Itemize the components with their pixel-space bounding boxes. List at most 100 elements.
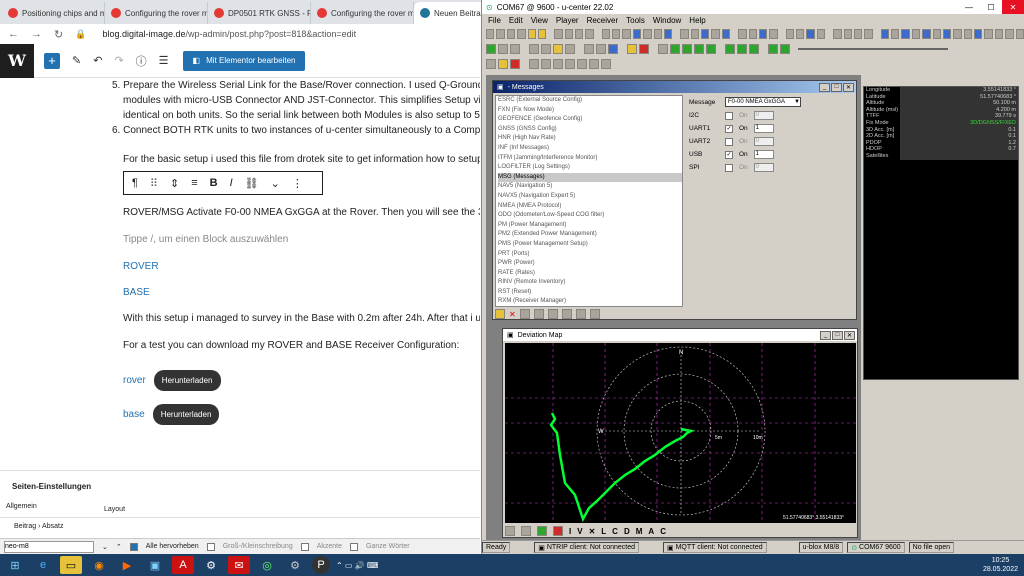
file-explorer-icon[interactable]: ▭ [60,556,82,574]
settings-title[interactable]: Seiten-Einstellungen [12,482,91,491]
forward-icon[interactable]: → [31,28,42,40]
toolbar-button-icon[interactable] [796,28,805,39]
message-list-item[interactable]: ODO (Odometer/Low-Speed COG filter) [498,211,682,221]
toolbar-button-icon[interactable] [627,43,637,54]
map-tool-button[interactable]: M [636,527,643,536]
toolbar-button-icon[interactable] [574,28,584,39]
toolbar-button-icon[interactable] [974,28,983,39]
message-list-item[interactable]: HNR (High Nav Rate) [498,134,682,144]
toolbar-button-icon[interactable] [643,28,652,39]
message-select[interactable]: F0-00 NMEA GxGGA ▼ [725,97,801,107]
menu-view[interactable]: View [531,16,548,25]
url-field[interactable]: blog.digital-image.de/wp-admin/post.php?… [102,29,356,39]
message-list-item[interactable]: RATE (Rates) [498,269,682,279]
lock-icon[interactable] [495,309,505,319]
toolbar-button-icon[interactable] [768,43,778,54]
browser-tab-3[interactable]: DP0501 RTK GNSS - RTK I✕ [208,2,311,24]
find-down-icon[interactable]: ⌄ [102,543,108,551]
toolbar-button-icon[interactable] [553,58,563,69]
browser-tab-2[interactable]: Configuring the rover mo✕ [105,2,208,24]
message-list-item[interactable]: PMS (Power Management Setup) [498,240,682,250]
whole-words-checkbox[interactable] [350,542,359,551]
playback-slider[interactable] [798,47,948,50]
app-icon[interactable]: ⚙ [284,556,306,574]
toolbar-button-icon[interactable] [901,28,910,39]
port-rate-input[interactable]: 0 [753,111,774,120]
port-status[interactable]: ⊙ COM67 9600 [847,542,905,553]
toolbar-button-icon[interactable] [486,28,495,39]
toolbar-button-icon[interactable] [537,28,547,39]
move-up-down-icon[interactable]: ⇕ [170,177,179,190]
toolbar-button-icon[interactable] [843,28,852,39]
media-player-icon[interactable]: ▶ [116,556,138,574]
poll-icon[interactable] [533,309,544,319]
paragraph[interactable]: With this setup i managed to survey in t… [123,311,480,326]
port-rate-input[interactable]: 0 [753,137,774,146]
paragraph[interactable]: ROVER/MSG Activate F0-00 NMEA GxGGA at t… [123,205,480,220]
close-icon[interactable]: ✕ [1002,0,1024,14]
toolbar-button-icon[interactable] [510,58,520,69]
map-tool-button[interactable]: C [660,527,666,536]
browser-tab-4[interactable]: Configuring the rover mo✕ [311,2,414,24]
toolbar-button-icon[interactable] [506,28,516,39]
menu-help[interactable]: Help [689,16,705,25]
settings-icon[interactable]: ⚙ [200,556,222,574]
ie-icon[interactable]: e [32,556,54,574]
toolbar-button-icon[interactable] [758,28,768,39]
block-placeholder[interactable]: Tippe /, um einen Block auszuwählen [123,232,288,247]
save-icon[interactable] [561,309,572,319]
message-list-item[interactable]: RINV (Remote Inventory) [498,278,682,288]
tab-allgemein[interactable]: Allgemein [6,503,37,510]
info-icon[interactable]: ⓘ [136,53,147,69]
link-icon[interactable]: ⛓ [245,177,259,190]
minimize-icon[interactable]: _ [819,82,830,92]
port-rate-input[interactable]: 1 [753,124,774,133]
toolbar-button-icon[interactable] [749,43,759,54]
toolbar-button-icon[interactable] [780,43,790,54]
toolbar-button-icon[interactable] [864,28,873,39]
toolbar-button-icon[interactable] [1015,28,1024,39]
message-list-item[interactable]: PWR (Power) [498,259,682,269]
toolbar-button-icon[interactable] [564,28,573,39]
rover-link[interactable]: ROVER [123,259,159,274]
port-rate-input[interactable]: 1 [753,150,774,159]
base-link[interactable]: BASE [123,285,150,300]
maximize-icon[interactable]: □ [831,82,842,92]
toolbar-button-icon[interactable] [711,28,720,39]
toolbar-button-icon[interactable] [527,28,536,39]
message-list-item[interactable]: PM (Power Management) [498,221,682,231]
download-button[interactable]: Herunterladen [153,370,221,391]
toolbar-button-icon[interactable] [565,58,575,69]
align-icon[interactable]: ≡ [191,177,197,189]
toolbar-button-icon[interactable] [589,58,599,69]
toolbar-button-icon[interactable] [891,28,900,39]
toolbar-button-icon[interactable] [880,28,890,39]
toolbar-button-icon[interactable] [785,28,795,39]
toolbar-button-icon[interactable] [833,28,842,39]
send-icon[interactable] [519,309,530,319]
menu-receiver[interactable]: Receiver [587,16,619,25]
list-view-icon[interactable]: ☰ [159,54,169,67]
message-list-item[interactable]: ITFM (Jamming/Interference Monitor) [498,154,682,164]
message-list-item[interactable]: NAV5 (Navigation 5) [498,182,682,192]
toolbar-button-icon[interactable] [738,28,747,39]
find-input[interactable] [4,540,94,553]
toolbar-button-icon[interactable] [632,28,642,39]
toolbar-button-icon[interactable] [529,43,539,54]
toolbar-button-icon[interactable] [690,28,700,39]
download-button[interactable]: Herunterladen [152,404,220,425]
list-item[interactable]: 5. Prepare the Wireless Serial Link for … [112,78,480,93]
toolbar-button-icon[interactable] [953,28,962,39]
drag-handle-icon[interactable]: ⠿ [150,177,158,190]
toolbar-button-icon[interactable] [706,43,716,54]
port-enable-checkbox[interactable]: ✓ [725,150,733,159]
map-tool-icon[interactable] [553,526,563,536]
toolbar-button-icon[interactable] [737,43,747,54]
menu-player[interactable]: Player [556,16,579,25]
toolbar-button-icon[interactable] [701,28,710,39]
toolbar-button-icon[interactable] [601,28,611,39]
toolbar-button-icon[interactable] [498,58,508,69]
toolbar-button-icon[interactable] [658,43,668,54]
wordpress-logo-icon[interactable]: W [0,43,34,78]
toolbar-button-icon[interactable] [639,43,649,54]
